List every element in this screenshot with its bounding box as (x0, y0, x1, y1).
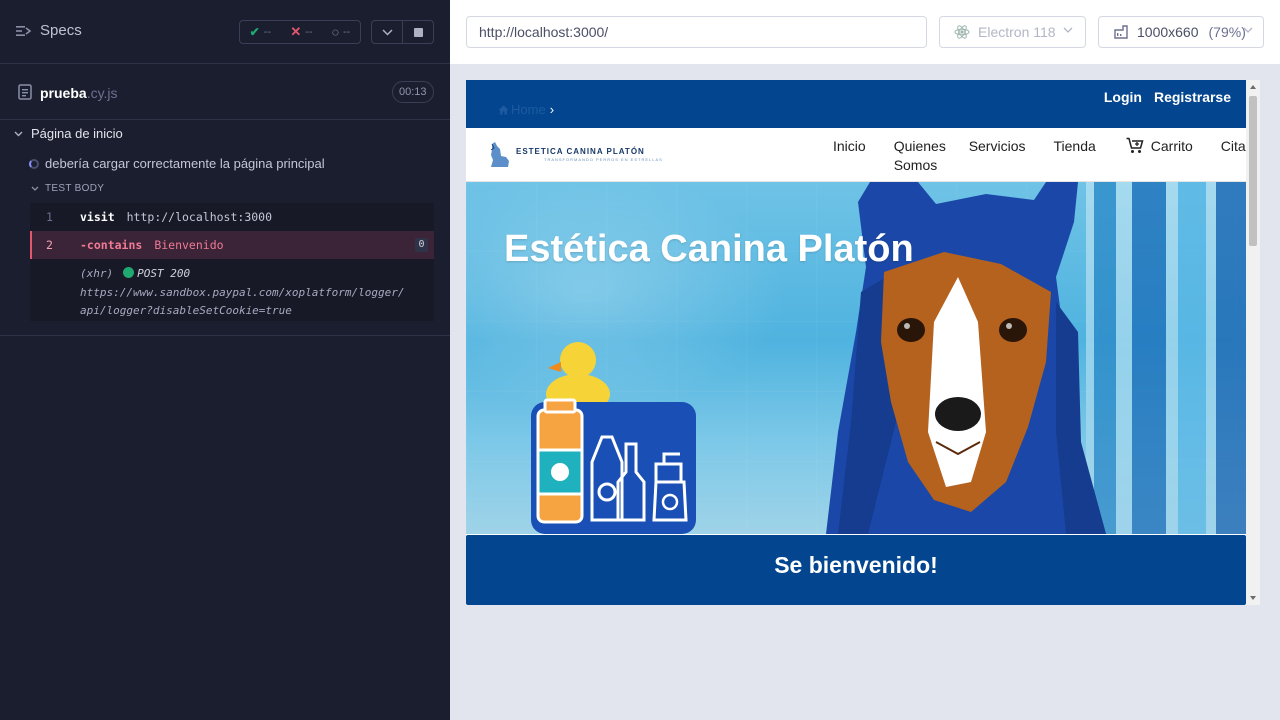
duration-badge: 00:13 (392, 81, 434, 103)
chevron-down-icon (31, 186, 39, 191)
pending-count: -- (343, 26, 351, 38)
site-logo[interactable]: ESTETICA CANINA PLATÓN TRANSFORMANDO PER… (488, 140, 663, 168)
test-body-label: TEST BODY (45, 183, 105, 194)
failed-count: -- (305, 26, 313, 38)
nav-quienes-somos[interactable]: Quienes Somos (894, 137, 946, 175)
pending-stat: ◌ -- (332, 25, 350, 39)
aut-header: http://localhost:3000/ Electron 118 1000… (450, 0, 1280, 64)
command-row[interactable]: 1 visit http://localhost:3000 (30, 203, 434, 231)
command-arg: http://localhost:3000 (126, 210, 273, 224)
passed-stat: ✔ -- (250, 25, 271, 39)
scrollbar[interactable] (1246, 80, 1260, 605)
specs-bar: Specs ✔ -- ✕ -- ◌ -- (0, 0, 450, 64)
chevron-down-icon (381, 28, 393, 36)
breadcrumb-home: Home (511, 102, 546, 117)
suite-title: Página de inicio (31, 126, 123, 141)
test-stats: ✔ -- ✕ -- ◌ -- (239, 20, 361, 44)
test-header[interactable]: debería cargar correctamente la página p… (29, 156, 325, 171)
chevron-down-icon (1243, 27, 1253, 33)
viewport-info[interactable]: 1000x660 (79%) (1098, 16, 1264, 48)
app-under-test-panel: http://localhost:3000/ Electron 118 1000… (450, 0, 1280, 720)
xhr-label: (xhr) (80, 267, 114, 280)
url-field[interactable]: http://localhost:3000/ (466, 16, 927, 48)
register-link[interactable]: Registrarse (1154, 89, 1231, 105)
logo-line1: ESTETICA CANINA PLATÓN (516, 146, 645, 156)
command-arg: Bienvenido (154, 238, 224, 252)
main-nav: Inicio Quienes Somos Servicios Tienda Ca… (833, 137, 1253, 175)
spec-file-name[interactable]: prueba.cy.js (40, 85, 118, 101)
welcome-text: Se bienvenido! (774, 552, 938, 578)
hero-banner: Estética Canina Platón (466, 182, 1246, 534)
status-dot-icon (123, 267, 135, 278)
xhr-url-line1: https://www.sandbox.paypal.com/xoplatfor… (80, 285, 405, 299)
file-icon (18, 84, 32, 100)
stop-button[interactable] (402, 21, 433, 43)
file-name-text: prueba (40, 85, 87, 101)
command-name: visit (80, 210, 115, 224)
nav-carrito[interactable]: Carrito (1126, 137, 1193, 175)
xhr-status: POST 200 (137, 267, 191, 280)
check-icon: ✔ (249, 25, 260, 39)
logo-text: ESTETICA CANINA PLATÓN TRANSFORMANDO PER… (516, 147, 663, 162)
chevron-down-icon (14, 131, 23, 136)
viewport-size: 1000x660 (1137, 24, 1199, 40)
pending-icon: ◌ (331, 25, 339, 39)
specs-icon (16, 25, 32, 36)
test-body-toggle[interactable]: TEST BODY (31, 183, 104, 194)
expand-button[interactable] (372, 21, 402, 43)
zoom-level: (79%) (1208, 24, 1246, 40)
command-row-failed[interactable]: 2 -contains Bienvenido 0 (30, 231, 434, 259)
scroll-up-icon[interactable] (1250, 85, 1256, 89)
home-icon (498, 105, 509, 114)
xhr-url-line2: api/logger?disableSetCookie=true (80, 304, 292, 317)
file-ext-text: .cy.js (86, 85, 118, 101)
nav-tienda[interactable]: Tienda (1053, 137, 1095, 175)
viewport-icon (1114, 25, 1128, 39)
command-log: 1 visit http://localhost:3000 2 -contain… (30, 203, 434, 321)
nav-carrito-label: Carrito (1150, 138, 1193, 154)
specs-toggle-button[interactable]: Specs (16, 22, 82, 39)
chevron-right-icon: › (549, 102, 555, 117)
passed-count: -- (263, 26, 272, 38)
auth-links: Login Registrarse (1104, 89, 1231, 105)
specs-label: Specs (40, 22, 82, 39)
runner-controls (371, 20, 434, 44)
runner-panel: Specs ✔ -- ✕ -- ◌ -- prueba.cy.js 00:13 … (0, 0, 450, 720)
site-navbar: ESTETICA CANINA PLATÓN TRANSFORMANDO PER… (466, 128, 1253, 182)
test-title: debería cargar correctamente la página p… (45, 156, 325, 171)
hero-title: Estética Canina Platón (504, 228, 914, 270)
dog-logo-icon (490, 142, 509, 167)
logo-line2: TRANSFORMANDO PERROS EN ESTRELLAS (544, 156, 663, 162)
site-topbar: Home › Login Registrarse (466, 80, 1246, 128)
xhr-log-entry[interactable]: (xhr) POST 200 https://www.sandbox.paypal… (80, 265, 430, 321)
element-count-badge: 0 (415, 238, 428, 252)
scroll-thumb[interactable] (1249, 96, 1257, 246)
running-spinner-icon (29, 158, 39, 169)
command-number: 2 (46, 238, 53, 252)
x-icon: ✕ (290, 24, 302, 39)
cart-icon (1126, 137, 1144, 153)
failed-stat: ✕ -- (290, 24, 312, 40)
welcome-banner: Se bienvenido! (466, 535, 1246, 605)
command-number: 1 (46, 210, 53, 224)
divider (0, 335, 450, 336)
nav-inicio[interactable]: Inicio (833, 137, 866, 175)
stop-icon (413, 27, 423, 37)
browser-selector[interactable]: Electron 118 (939, 16, 1086, 48)
chevron-down-icon (1063, 27, 1073, 33)
breadcrumb[interactable]: Home › (498, 102, 554, 117)
nav-servicios[interactable]: Servicios (969, 137, 1026, 175)
scroll-down-icon[interactable] (1250, 596, 1256, 600)
login-link[interactable]: Login (1104, 89, 1142, 105)
command-name: -contains (80, 238, 143, 252)
suite-header[interactable]: Página de inicio (14, 126, 123, 141)
app-viewport: Home › Login Registrarse ESTETICA CANINA… (466, 80, 1260, 605)
browser-name: Electron 118 (978, 24, 1056, 40)
electron-icon (954, 25, 970, 39)
